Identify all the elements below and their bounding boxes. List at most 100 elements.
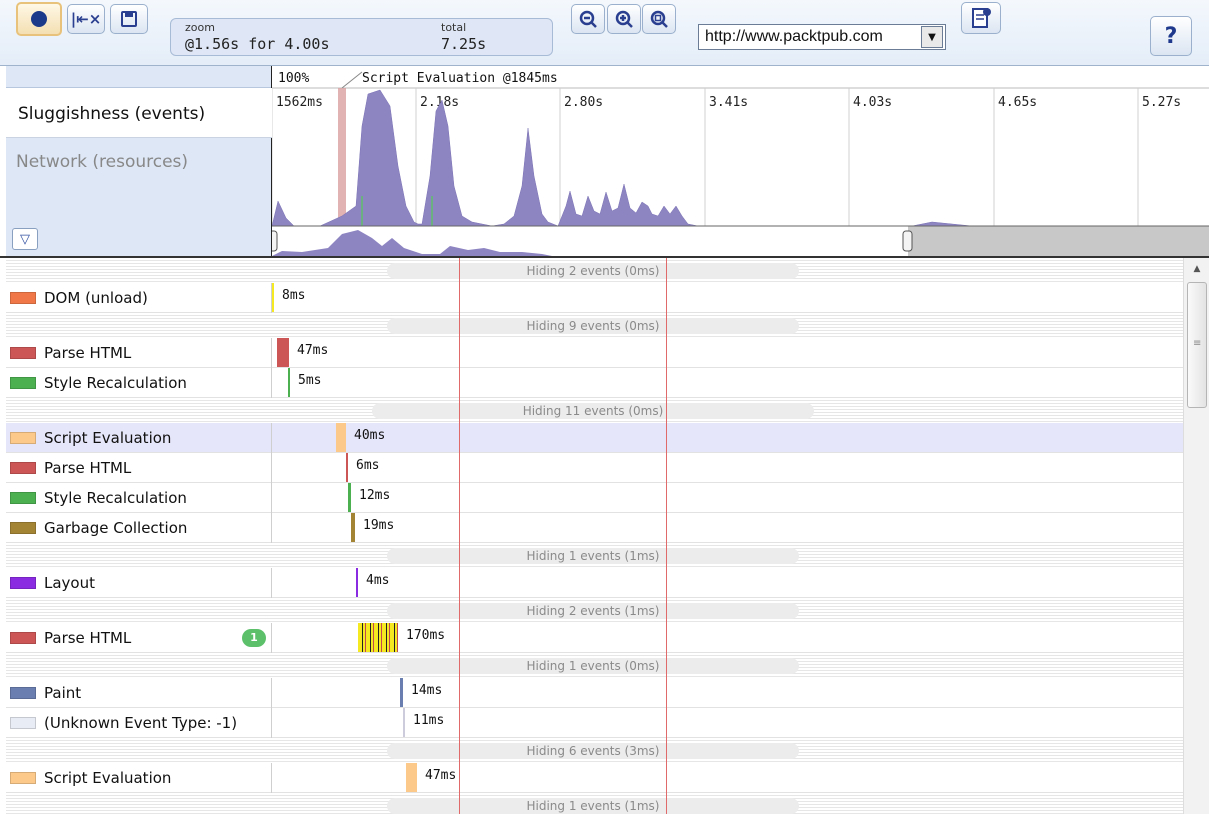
save-icon — [121, 11, 137, 27]
event-duration-bar[interactable] — [288, 368, 290, 397]
timeline-svg: 100% Script Evaluation @1845ms 1562ms 2.… — [272, 66, 1209, 256]
scroll-up-icon[interactable]: ▲ — [1184, 258, 1209, 278]
report-icon — [972, 8, 991, 28]
event-duration-label: 170ms — [406, 628, 446, 643]
grip-icon: ≡ — [1193, 338, 1202, 349]
event-name: Script Evaluation — [44, 769, 172, 787]
marker-label: Script Evaluation @1845ms — [362, 71, 558, 86]
zoom-in-button[interactable] — [607, 4, 641, 34]
range-handle-left[interactable] — [272, 230, 278, 252]
hidden-events-row[interactable]: Hiding 9 events (0ms) — [6, 313, 1183, 338]
event-row[interactable]: (Unknown Event Type: -1) 11ms — [6, 708, 1183, 738]
hidden-events-label: Hiding 2 events (1ms) — [387, 603, 799, 619]
event-row[interactable]: Script Evaluation 47ms — [6, 763, 1183, 793]
hidden-events-row[interactable]: Hiding 6 events (3ms) — [6, 738, 1183, 763]
event-name: Garbage Collection — [44, 519, 188, 537]
event-name-cell: Paint — [6, 678, 272, 708]
zoom-out-button[interactable] — [571, 4, 605, 34]
event-name-cell: Script Evaluation — [6, 423, 272, 453]
url-select[interactable]: http://www.packtpub.com ▼ — [698, 24, 946, 50]
hidden-events-row[interactable]: Hiding 2 events (1ms) — [6, 598, 1183, 623]
report-button[interactable] — [961, 2, 1001, 34]
hidden-events-label: Hiding 9 events (0ms) — [387, 318, 799, 334]
event-duration-label: 12ms — [359, 488, 391, 503]
event-duration-bar[interactable] — [277, 338, 289, 367]
event-duration-bar[interactable] — [348, 483, 351, 512]
overview-sidebar: Sluggishness (events) Network (resources… — [6, 66, 272, 256]
event-list: Hiding 2 events (0ms) DOM (unload) 8ms Hidi… — [6, 258, 1183, 814]
event-color-swatch — [10, 717, 36, 729]
event-duration-bar[interactable] — [336, 423, 346, 452]
save-button[interactable] — [110, 4, 148, 34]
event-row[interactable]: Parse HTML 1 170ms — [6, 623, 1183, 653]
event-row[interactable]: Garbage Collection 19ms — [6, 513, 1183, 543]
tab-network[interactable]: Network (resources) — [6, 138, 272, 182]
event-row[interactable]: Layout 4ms — [6, 568, 1183, 598]
event-duration-label: 8ms — [282, 288, 306, 303]
sluggishness-chart[interactable]: 100% Script Evaluation @1845ms 1562ms 2.… — [272, 66, 1209, 256]
event-duration-bar[interactable] — [356, 568, 358, 597]
range-handle-right[interactable] — [902, 230, 913, 252]
event-name: Layout — [44, 574, 95, 592]
time-axis: 1562ms 2.18s 2.80s 3.41s 4.03s 4.65s 5.2… — [272, 88, 1181, 226]
hidden-events-row[interactable]: Hiding 1 events (0ms) — [6, 653, 1183, 678]
hidden-events-label: Hiding 6 events (3ms) — [387, 743, 799, 759]
event-color-swatch — [10, 292, 36, 304]
event-name-cell: (Unknown Event Type: -1) — [6, 708, 272, 738]
scrollbar[interactable]: ▲ ≡ — [1183, 258, 1209, 814]
event-duration-label: 47ms — [297, 343, 329, 358]
event-row[interactable]: Style Recalculation 12ms — [6, 483, 1183, 513]
scrollbar-thumb[interactable]: ≡ — [1187, 282, 1207, 408]
help-icon: ? — [1164, 23, 1178, 49]
zoom-fit-button[interactable] — [642, 4, 676, 34]
event-name: Style Recalculation — [44, 489, 187, 507]
hidden-events-label: Hiding 2 events (0ms) — [387, 263, 799, 279]
event-row[interactable]: Parse HTML 47ms — [6, 338, 1183, 368]
event-duration-label: 14ms — [411, 683, 443, 698]
filter-icon[interactable]: ▽ — [12, 228, 38, 250]
help-button[interactable]: ? — [1150, 16, 1192, 56]
clear-button[interactable]: |⇤× — [67, 4, 105, 34]
hidden-events-row[interactable]: Hiding 2 events (0ms) — [6, 258, 1183, 283]
total-value: 7.25s — [441, 35, 487, 53]
hidden-events-row[interactable]: Hiding 1 events (1ms) — [6, 543, 1183, 568]
event-duration-bar[interactable] — [351, 513, 355, 542]
toolbar: |⇤× zoom @1.56s for 4.00s total 7.25s ht… — [0, 0, 1209, 66]
event-name: Parse HTML — [44, 344, 132, 362]
event-row[interactable]: Parse HTML 6ms — [6, 453, 1183, 483]
overview-panel: Sluggishness (events) Network (resources… — [0, 66, 1209, 258]
event-row[interactable]: Paint 14ms — [6, 678, 1183, 708]
hidden-events-label: Hiding 1 events (1ms) — [387, 548, 799, 564]
event-name-cell: Parse HTML — [6, 453, 272, 483]
hidden-events-row[interactable]: Hiding 11 events (0ms) — [6, 398, 1183, 423]
tick-label: 3.41s — [709, 95, 748, 110]
tab-sluggishness[interactable]: Sluggishness (events) — [6, 88, 272, 138]
event-badge[interactable]: 1 — [242, 629, 266, 647]
zoom-percent-label: 100% — [278, 71, 309, 86]
event-row[interactable]: DOM (unload) 8ms — [6, 283, 1183, 313]
event-row[interactable]: Style Recalculation 5ms — [6, 368, 1183, 398]
event-row[interactable]: Script Evaluation 40ms — [6, 423, 1183, 453]
event-duration-bar[interactable] — [358, 623, 398, 652]
event-name-cell: Parse HTML — [6, 623, 272, 653]
event-duration-bar[interactable] — [346, 453, 348, 482]
hidden-events-row[interactable]: Hiding 1 events (1ms) — [6, 793, 1183, 814]
zoom-value: @1.56s for 4.00s — [185, 35, 330, 53]
event-duration-bar[interactable] — [400, 678, 403, 707]
zoom-info: zoom @1.56s for 4.00s total 7.25s — [170, 18, 553, 56]
event-duration-bar[interactable] — [272, 283, 274, 312]
event-name-cell: Script Evaluation — [6, 763, 272, 793]
clear-icon: |⇤× — [70, 10, 102, 28]
event-color-swatch — [10, 347, 36, 359]
tick-label: 2.80s — [564, 95, 603, 110]
sluggishness-area — [272, 89, 1209, 227]
event-name: Paint — [44, 684, 82, 702]
hidden-events-label: Hiding 11 events (0ms) — [372, 403, 814, 419]
url-select-value: http://www.packtpub.com — [705, 28, 883, 45]
zoom-fit-icon — [650, 10, 668, 28]
event-duration-bar[interactable] — [403, 708, 405, 737]
record-button[interactable] — [16, 2, 62, 36]
chevron-down-icon[interactable]: ▼ — [921, 26, 943, 48]
event-color-swatch — [10, 432, 36, 444]
event-duration-bar[interactable] — [406, 763, 417, 792]
